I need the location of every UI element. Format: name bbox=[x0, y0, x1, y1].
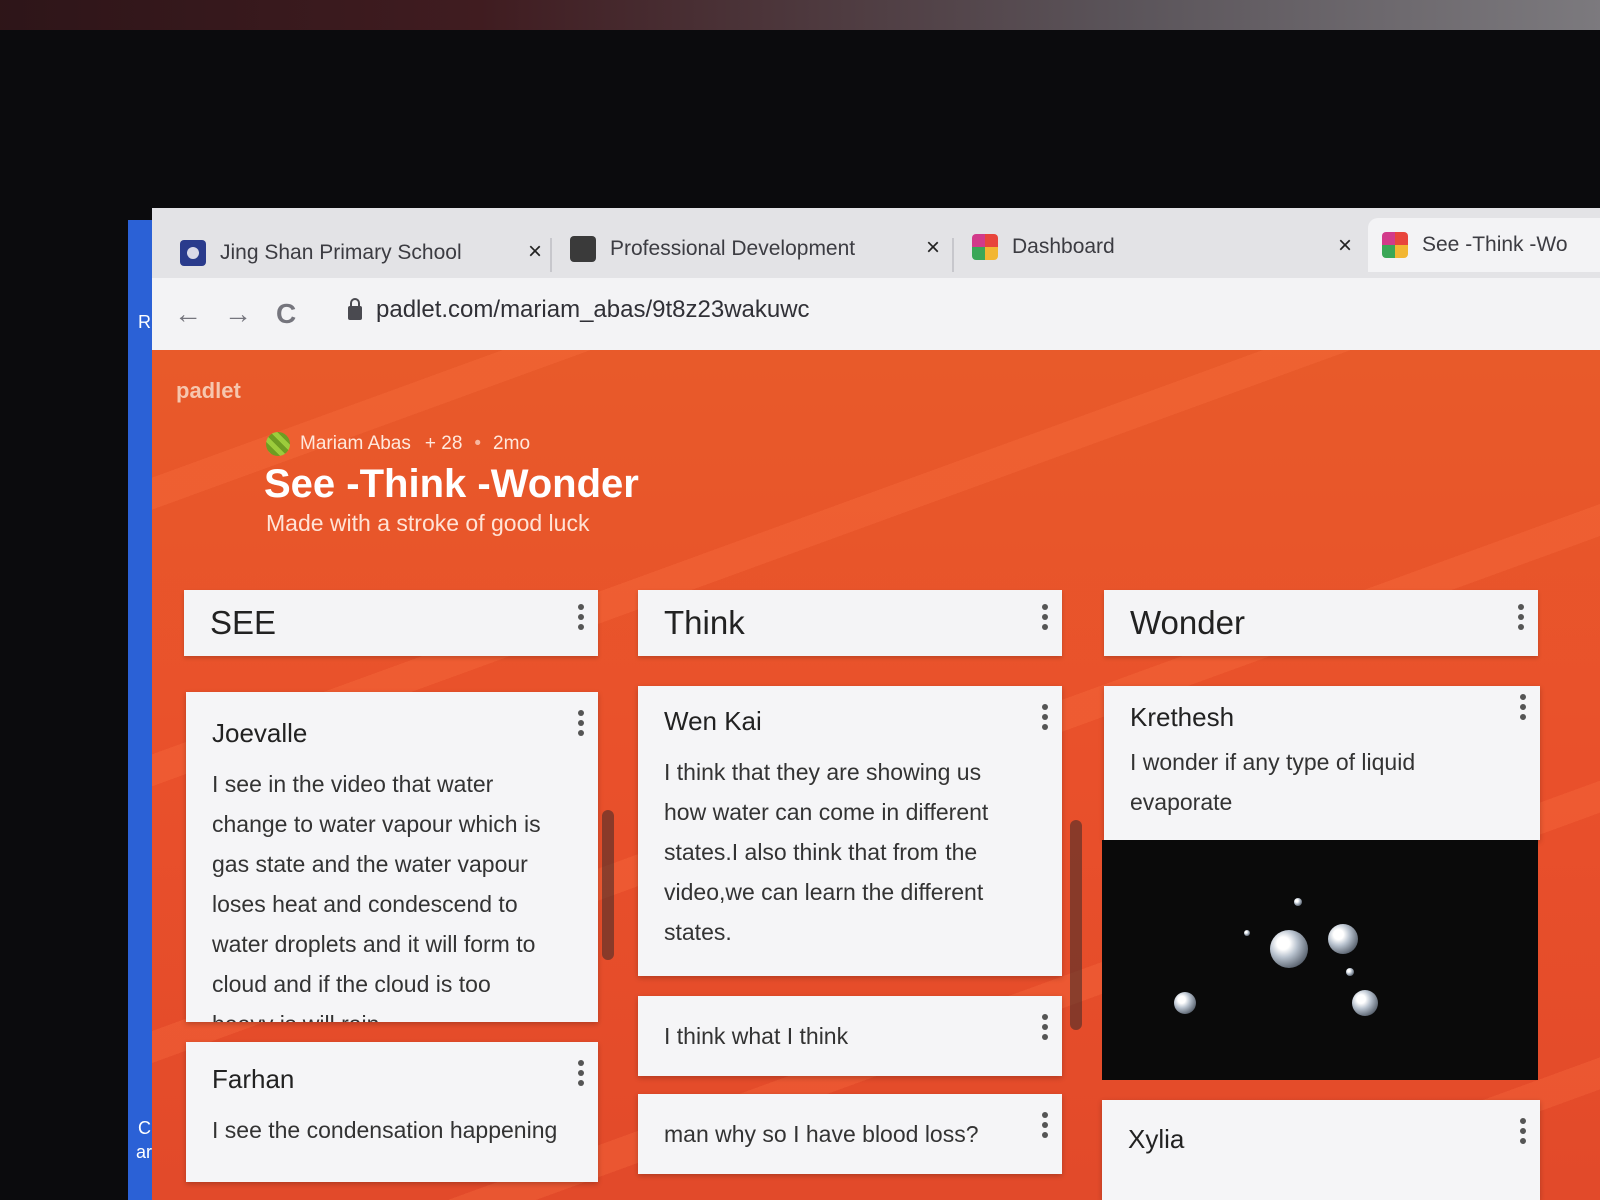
address-bar bbox=[152, 278, 1600, 350]
post-card[interactable]: Wen Kai I think that they are showing us… bbox=[638, 686, 1062, 976]
meta-separator: • bbox=[474, 433, 482, 454]
lock-icon bbox=[348, 298, 362, 320]
close-tab-icon[interactable]: × bbox=[926, 234, 940, 262]
tab-separator bbox=[952, 238, 954, 272]
post-text: I wonder if any type of liquid evaporate bbox=[1130, 749, 1416, 815]
board-meta: Mariam Abas + 28 • 2mo bbox=[266, 432, 530, 456]
url-field[interactable]: padlet.com/mariam_abas/9t8z23wakuwc bbox=[376, 296, 810, 324]
droplet bbox=[1174, 992, 1196, 1014]
padlet-board: padlet Mariam Abas + 28 • 2mo See -Think… bbox=[152, 350, 1600, 1200]
post-text: I think what I think bbox=[664, 1023, 849, 1049]
avatar[interactable] bbox=[266, 432, 290, 456]
side-fragment-top: R bbox=[138, 312, 151, 332]
padlet-logo[interactable]: padlet bbox=[176, 378, 241, 404]
droplet bbox=[1244, 930, 1250, 936]
tab-jing-shan[interactable]: Jing Shan Primary School × bbox=[180, 226, 552, 280]
post-text: I see in the video that water change to … bbox=[212, 771, 541, 1022]
reload-icon[interactable]: C bbox=[276, 298, 296, 330]
contributors-count: + 28 bbox=[424, 433, 463, 454]
forward-arrow-icon[interactable]: → bbox=[224, 298, 252, 330]
kebab-menu-icon[interactable] bbox=[1042, 704, 1048, 734]
desktop-edge: R C ar bbox=[128, 220, 152, 1200]
column-header-think: Think bbox=[638, 590, 1062, 656]
kebab-menu-icon[interactable] bbox=[1518, 604, 1524, 634]
droplet bbox=[1294, 898, 1302, 906]
tab-bar: Jing Shan Primary School × Professional … bbox=[152, 208, 1600, 278]
column-title: SEE bbox=[210, 604, 277, 641]
close-tab-icon[interactable]: × bbox=[1338, 232, 1352, 260]
droplet bbox=[1346, 968, 1354, 976]
column-header-see: SEE bbox=[184, 590, 598, 656]
kebab-menu-icon[interactable] bbox=[578, 710, 584, 740]
post-author: Krethesh bbox=[1130, 702, 1235, 732]
post-card[interactable]: Xylia bbox=[1102, 1100, 1540, 1200]
tab-title: Professional Development bbox=[610, 237, 856, 260]
school-crest-icon bbox=[180, 240, 206, 266]
post-card[interactable]: Krethesh I wonder if any type of liquid … bbox=[1104, 686, 1540, 840]
tab-professional-development[interactable]: Professional Development × bbox=[570, 222, 950, 276]
tab-title: Dashboard bbox=[1012, 235, 1115, 258]
kebab-menu-icon[interactable] bbox=[1042, 1014, 1048, 1044]
board-title: See -Think -Wonder bbox=[264, 462, 639, 506]
tab-see-think-wonder[interactable]: See -Think -Wo bbox=[1368, 218, 1600, 272]
post-author: Joevalle bbox=[212, 718, 308, 748]
kebab-menu-icon[interactable] bbox=[1042, 604, 1048, 634]
back-arrow-icon[interactable]: ← bbox=[174, 298, 202, 330]
post-card[interactable]: man why so I have blood loss? bbox=[638, 1094, 1062, 1174]
post-author: Wen Kai bbox=[664, 706, 762, 736]
kebab-menu-icon[interactable] bbox=[578, 604, 584, 634]
column-scrollbar[interactable] bbox=[602, 810, 614, 960]
close-tab-icon[interactable]: × bbox=[528, 238, 542, 266]
post-text: man why so I have blood loss? bbox=[664, 1121, 979, 1147]
tab-title: Jing Shan Primary School bbox=[220, 241, 462, 264]
column-title: Wonder bbox=[1130, 604, 1245, 641]
column-header-wonder: Wonder bbox=[1104, 590, 1538, 656]
post-text: I see the condensation happening bbox=[212, 1117, 558, 1143]
water-droplets-image[interactable] bbox=[1102, 840, 1538, 1080]
post-card[interactable]: Joevalle I see in the video that water c… bbox=[186, 692, 598, 1022]
droplet bbox=[1328, 924, 1358, 954]
board-age: 2mo bbox=[493, 433, 531, 454]
side-fragment-bottom-2: ar bbox=[136, 1142, 153, 1162]
tab-separator bbox=[550, 238, 552, 272]
padlet-logo-icon bbox=[972, 234, 998, 260]
post-card[interactable]: I think what I think bbox=[638, 996, 1062, 1076]
post-card[interactable]: Farhan I see the condensation happening bbox=[186, 1042, 598, 1182]
tab-dashboard[interactable]: Dashboard × bbox=[972, 220, 1362, 274]
pd-logo-icon bbox=[570, 236, 596, 262]
board-subtitle: Made with a stroke of good luck bbox=[266, 510, 590, 536]
padlet-logo-icon bbox=[1382, 232, 1408, 258]
kebab-menu-icon[interactable] bbox=[1520, 1118, 1526, 1148]
tab-title: See -Think -Wo bbox=[1422, 233, 1568, 256]
kebab-menu-icon[interactable] bbox=[1042, 1112, 1048, 1142]
side-fragment-bottom: C bbox=[138, 1118, 151, 1138]
post-text: I think that they are showing us how wat… bbox=[664, 759, 989, 945]
post-author: Farhan bbox=[212, 1064, 295, 1094]
column-scrollbar[interactable] bbox=[1070, 820, 1082, 1030]
kebab-menu-icon[interactable] bbox=[578, 1060, 584, 1090]
post-author: Xylia bbox=[1128, 1124, 1185, 1154]
column-title: Think bbox=[664, 604, 745, 641]
droplet bbox=[1352, 990, 1378, 1016]
background-glare bbox=[0, 0, 1600, 30]
kebab-menu-icon[interactable] bbox=[1520, 694, 1526, 724]
browser-window: Jing Shan Primary School × Professional … bbox=[152, 208, 1600, 1200]
author-name[interactable]: Mariam Abas bbox=[300, 433, 411, 455]
droplet bbox=[1270, 930, 1308, 968]
